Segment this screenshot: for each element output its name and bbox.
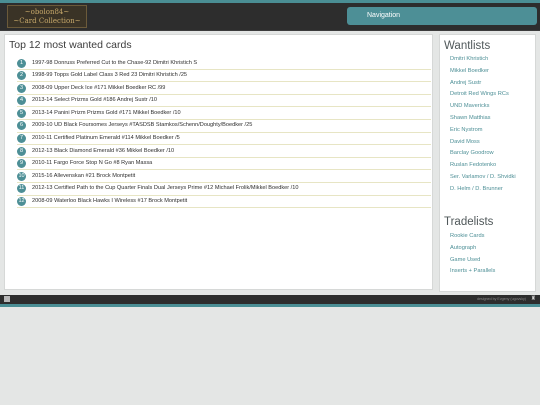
wantlist-link[interactable]: David Moss bbox=[450, 137, 536, 149]
card-list-item: 9 2010-11 Fargo Force Stop N Go #8 Ryan M… bbox=[17, 158, 431, 171]
card-title: 2013-14 Select Prizms Gold #186 Andrej S… bbox=[32, 97, 157, 104]
wantlist-link[interactable]: Andrej Sustr bbox=[450, 78, 536, 90]
navigation-button[interactable]: Navigation bbox=[347, 7, 537, 25]
tradelist-link[interactable]: Autograph bbox=[450, 243, 536, 255]
rank-badge: 8 bbox=[17, 146, 26, 156]
logo-line-2: ~Card Collection~ bbox=[13, 17, 81, 25]
card-list-item: 4 2013-14 Select Prizms Gold #186 Andrej … bbox=[17, 95, 431, 108]
rank-badge: 4 bbox=[17, 96, 26, 106]
card-title: 2008-09 Upper Deck Ice #171 Mikkel Boedk… bbox=[32, 84, 166, 91]
tradelist-link[interactable]: Game Used bbox=[450, 255, 536, 267]
card-title: 2015-16 Allevenskan #21 Brock Montpetit bbox=[32, 172, 136, 179]
rank-badge: 10 bbox=[17, 171, 26, 181]
logo-line-1: ~obolon84~ bbox=[24, 8, 70, 16]
card-title: 1997-98 Donruss Preferred Cut to the Cha… bbox=[32, 59, 198, 66]
card-list-item: 8 2012-13 Black Diamond Emerald #36 Mikke… bbox=[17, 145, 431, 158]
card-title: 2012-13 Black Diamond Emerald #36 Mikkel… bbox=[32, 147, 175, 154]
wantlists-heading: Wantlists bbox=[444, 40, 491, 52]
rank-badge: 1 bbox=[17, 58, 26, 68]
sidebar: Wantlists Dmitri Khristich Mikkel Boedker… bbox=[439, 34, 536, 292]
rank-badge: 5 bbox=[17, 108, 26, 118]
card-title: 1998-99 Topps Gold Label Class 3 Red 23 … bbox=[32, 72, 188, 79]
footer-credit[interactable]: designed by Evgeny (ugovsky) bbox=[477, 296, 526, 303]
card-list-item: 12 2008-09 Waterloo Black Hawks I Wireles… bbox=[17, 196, 431, 209]
wantlist-link[interactable]: Ruslan Fedotenko bbox=[450, 160, 536, 172]
card-list-item: 7 2010-11 Certified Platinum Emerald #114… bbox=[17, 133, 431, 146]
card-list-item: 1 1997-98 Donruss Preferred Cut to the Ch… bbox=[17, 57, 431, 70]
wantlist-link[interactable]: Barclay Goodrow bbox=[450, 148, 536, 160]
wantlists-list: Dmitri Khristich Mikkel Boedker Andrej Sus… bbox=[450, 54, 536, 196]
tradelist-link[interactable]: Inserts + Parallels bbox=[450, 266, 536, 278]
tradelists-heading: Tradelists bbox=[444, 216, 494, 228]
rank-badge: 2 bbox=[17, 71, 26, 81]
rank-badge: 12 bbox=[17, 197, 26, 207]
header-divider bbox=[0, 30, 540, 31]
site-footer: designed by Evgeny (ugovsky) ♜ bbox=[0, 295, 540, 304]
card-title: 2008-09 Waterloo Black Hawks I Wireless … bbox=[32, 198, 188, 205]
chess-rook-icon: ♜ bbox=[530, 296, 536, 302]
wantlist-link[interactable]: Eric Nystrom bbox=[450, 125, 536, 137]
wantlist-link[interactable]: Mikkel Boedker bbox=[450, 66, 536, 78]
card-list-item: 3 2008-09 Upper Deck Ice #171 Mikkel Boed… bbox=[17, 82, 431, 95]
card-list-item: 6 2009-10 UD Black Foursomes Jerseys #TAS… bbox=[17, 120, 431, 133]
broken-image-icon bbox=[4, 296, 10, 302]
card-list-item: 2 1998-99 Topps Gold Label Class 3 Red 23… bbox=[17, 70, 431, 83]
site-header: ~obolon84~ ~Card Collection~ Navigation bbox=[0, 3, 540, 30]
wantlist-link[interactable]: Ser. Varlamov / D. Shvidki bbox=[450, 172, 536, 184]
wantlist-link[interactable]: UND Mavericks bbox=[450, 101, 536, 113]
rank-badge: 9 bbox=[17, 159, 26, 169]
rank-badge: 11 bbox=[17, 184, 26, 194]
main-content-panel: Top 12 most wanted cards 1 1997-98 Donrus… bbox=[4, 34, 433, 290]
rank-badge: 6 bbox=[17, 121, 26, 131]
wantlist-link[interactable]: Dmitri Khristich bbox=[450, 54, 536, 66]
card-list-item: 10 2015-16 Allevenskan #21 Brock Montpeti… bbox=[17, 170, 431, 183]
bottom-accent-bar bbox=[0, 304, 540, 307]
tradelists-list: Rookie Cards Autograph Game Used Inserts + … bbox=[450, 231, 536, 278]
card-list-item: 11 2012-13 Certified Path to the Cup Quar… bbox=[17, 183, 431, 196]
tradelist-link[interactable]: Rookie Cards bbox=[450, 231, 536, 243]
most-wanted-list: 1 1997-98 Donruss Preferred Cut to the Ch… bbox=[17, 57, 431, 209]
card-title: 2013-14 Panini Prizm Prizms Gold #171 Mi… bbox=[32, 109, 181, 116]
rank-badge: 3 bbox=[17, 83, 26, 93]
card-title: 2010-11 Fargo Force Stop N Go #8 Ryan Ma… bbox=[32, 160, 153, 167]
wantlist-link[interactable]: Detroit Red Wings RCs bbox=[450, 89, 536, 101]
page-title: Top 12 most wanted cards bbox=[9, 39, 132, 51]
site-logo[interactable]: ~obolon84~ ~Card Collection~ bbox=[7, 5, 87, 28]
rank-badge: 7 bbox=[17, 134, 26, 144]
card-title: 2010-11 Certified Platinum Emerald #114 … bbox=[32, 135, 180, 142]
card-list-item: 5 2013-14 Panini Prizm Prizms Gold #171 M… bbox=[17, 107, 431, 120]
wantlist-link[interactable]: D. Helm / D. Brunner bbox=[450, 184, 536, 196]
wantlist-link[interactable]: Shawn Matthias bbox=[450, 113, 536, 125]
card-title: 2009-10 UD Black Foursomes Jerseys #TASD… bbox=[32, 122, 253, 129]
card-title: 2012-13 Certified Path to the Cup Quarte… bbox=[32, 185, 299, 192]
